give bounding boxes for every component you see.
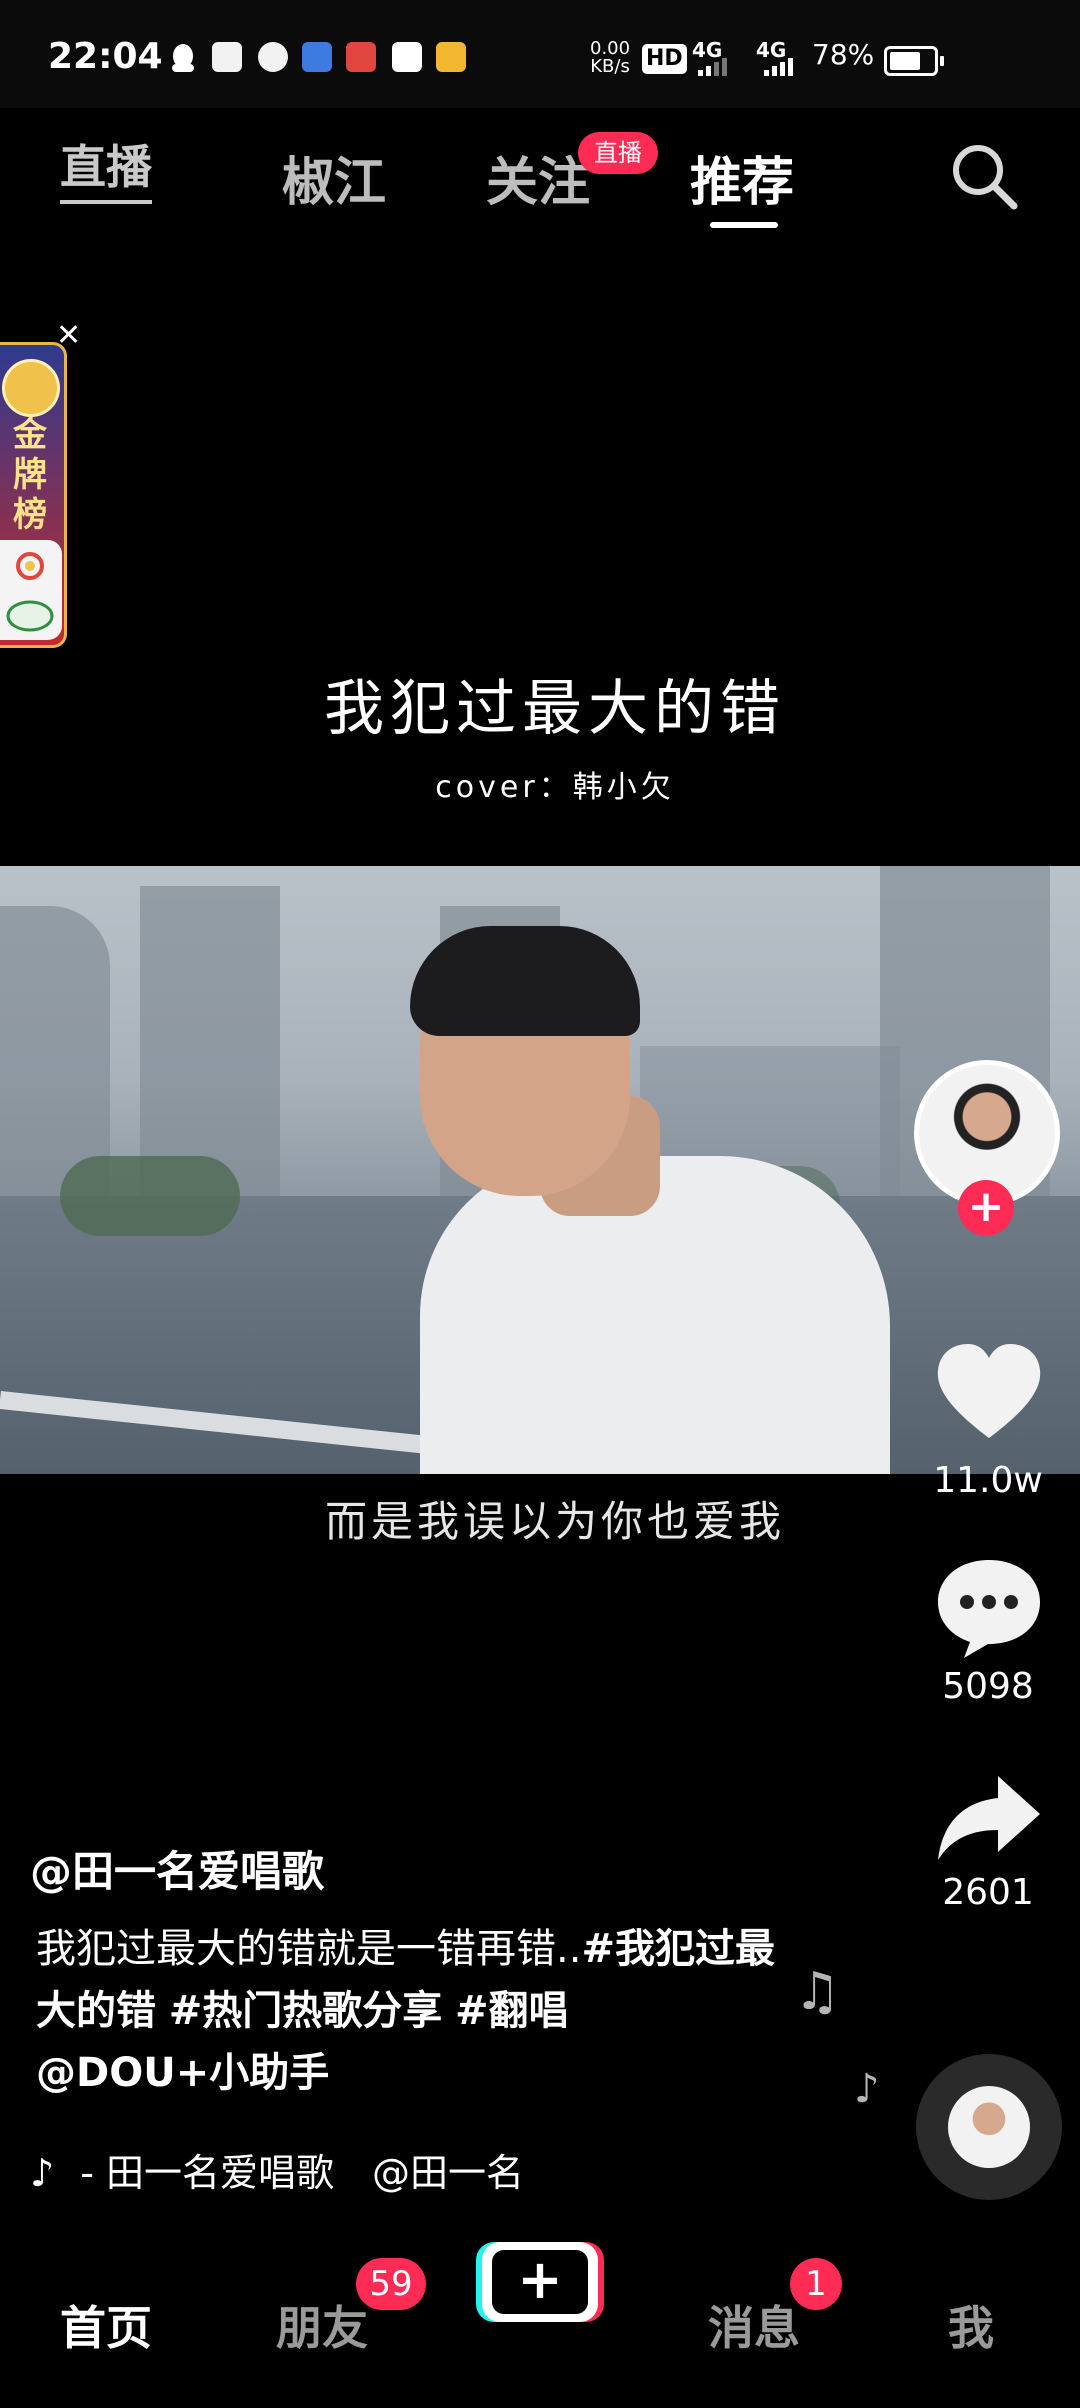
signal-icon — [698, 58, 727, 76]
sponsor-logo — [0, 540, 62, 640]
signal-icon — [764, 58, 793, 76]
activity-banner-text: 金牌榜 — [13, 415, 47, 535]
create-button-label: + — [492, 2250, 588, 2314]
caption-text: 我犯过最大的错就是一错再错.. — [36, 1926, 582, 1972]
comment-count: 5098 — [942, 1666, 1034, 1707]
comment-icon[interactable] — [934, 1556, 1044, 1660]
live-entry-label: 直播 — [60, 136, 152, 204]
net-speed: 0.00 KB/s — [590, 38, 631, 77]
music-title: - 田一名爱唱歌 @田一名 — [80, 2151, 525, 2195]
share-icon[interactable] — [934, 1774, 1044, 1864]
music-row[interactable]: ♪ - 田一名爱唱歌 @田一名 — [30, 2142, 570, 2197]
app-icon — [436, 42, 466, 72]
app-icon — [302, 42, 332, 72]
tab-recommended[interactable]: 推荐 — [690, 140, 794, 215]
live-entry-button[interactable]: 直播 — [60, 136, 152, 204]
tiktok-note-icon: ♪ — [30, 2151, 55, 2195]
video-song-title: 我犯过最大的错 — [324, 674, 786, 744]
nav-home[interactable]: 首页 — [60, 2292, 152, 2358]
music-note-icon: ♫ — [794, 1962, 841, 2022]
following-live-badge: 直播 — [578, 132, 658, 174]
video-frame[interactable] — [0, 866, 1080, 1474]
nav-messages[interactable]: 消息 — [708, 2292, 800, 2358]
messages-badge: 1 — [790, 2258, 842, 2310]
music-disc[interactable] — [916, 2054, 1062, 2200]
video-cover-credit: cover：韩小欠 — [435, 770, 675, 805]
tab-local[interactable]: 椒江 — [282, 140, 386, 215]
battery-icon — [884, 46, 944, 76]
vipshop-icon — [392, 42, 422, 72]
qq-icon — [168, 42, 198, 72]
like-icon[interactable] — [934, 1342, 1044, 1442]
share-count: 2601 — [942, 1872, 1034, 1913]
status-bar: 22:04 0.00 KB/s HD 4G 4G 78% — [0, 0, 1080, 108]
friends-badge: 59 — [356, 2258, 426, 2310]
nav-me[interactable]: 我 — [948, 2292, 994, 2358]
create-button[interactable]: + — [482, 2242, 598, 2322]
battery-percent: 78% — [812, 38, 875, 71]
app-icon — [346, 42, 376, 72]
nav-friends[interactable]: 朋友 — [276, 2292, 368, 2358]
hd-icon: HD — [642, 44, 687, 74]
like-count: 11.0w — [933, 1460, 1043, 1501]
medal-icon — [2, 359, 60, 417]
hashtag-link[interactable]: #热门热歌分享 — [169, 1988, 443, 2034]
mention-link[interactable]: @DOU+小助手 — [36, 2050, 329, 2096]
music-note-icon: ♪ — [854, 2066, 880, 2112]
search-icon[interactable] — [950, 142, 1020, 212]
app-icon — [212, 42, 242, 72]
tab-following[interactable]: 关注 — [486, 140, 590, 215]
post-caption: 我犯过最大的错就是一错再错..#我犯过最大的错 #热门热歌分享 #翻唱 @DOU… — [36, 1918, 796, 2104]
status-time: 22:04 — [48, 36, 163, 77]
app-icon — [258, 42, 288, 72]
hashtag-link[interactable]: #翻唱 — [455, 1988, 569, 2034]
active-tab-indicator — [710, 222, 778, 228]
author-name[interactable]: @田一名爱唱歌 — [30, 1838, 324, 1899]
follow-button[interactable]: + — [958, 1180, 1014, 1236]
